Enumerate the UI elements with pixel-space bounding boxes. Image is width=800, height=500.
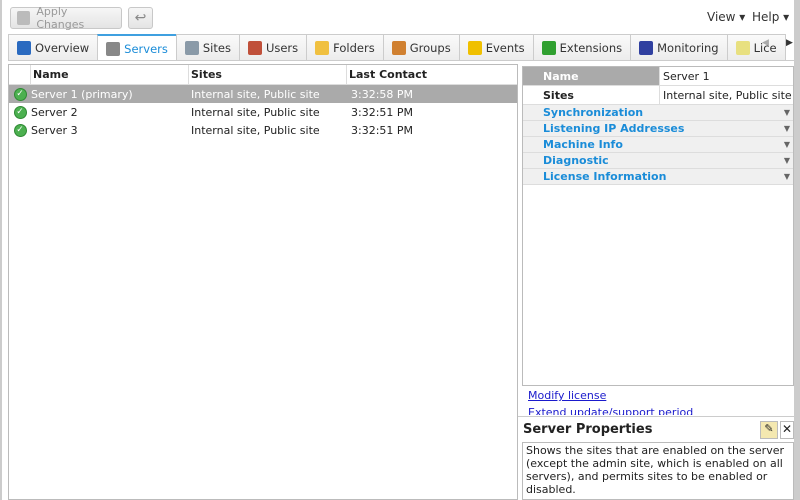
section-listening-ip-addresses[interactable]: Listening IP Addresses ▼: [523, 121, 793, 137]
puzzle-icon: [541, 40, 556, 55]
properties-title: Server Properties: [523, 422, 653, 437]
status-ok-icon: ✓: [13, 87, 27, 101]
help-menu[interactable]: Help ▾: [752, 10, 789, 24]
chevron-down-icon[interactable]: ▼: [784, 105, 790, 120]
tab-sites[interactable]: Sites: [175, 34, 240, 60]
tab-lice[interactable]: Lice: [726, 34, 786, 60]
tab-overview[interactable]: Overview: [8, 34, 99, 60]
undo-icon: ↩: [134, 10, 147, 26]
tab-users[interactable]: Users: [238, 34, 308, 60]
tab-label: Monitoring: [657, 40, 719, 55]
window-edge: [0, 0, 2, 500]
edit-pencil-icon[interactable]: ✎: [760, 421, 778, 439]
tab-folders[interactable]: Folders: [306, 34, 384, 60]
tab-scroll-left-icon[interactable]: ◀: [762, 38, 769, 48]
window-edge-right: [794, 0, 800, 500]
chevron-down-icon[interactable]: ▼: [784, 169, 790, 184]
tab-extensions[interactable]: Extensions: [532, 34, 632, 60]
status-ok-icon: ✓: [13, 105, 27, 119]
server-icon: [106, 41, 121, 56]
tab-scroll-right-icon[interactable]: ▶: [786, 38, 793, 48]
overview-icon: [17, 40, 31, 55]
tab-label: Users: [265, 40, 299, 55]
license-icon: [735, 40, 750, 55]
section-license-information[interactable]: License Information ▼: [523, 169, 793, 185]
undo-button[interactable]: ↩: [128, 7, 153, 29]
property-sites[interactable]: Sites Internal site, Public site: [523, 86, 793, 105]
properties-description: Shows the sites that are enabled on the …: [522, 442, 794, 500]
groups-icon: [391, 40, 406, 55]
view-menu[interactable]: View ▾: [707, 10, 745, 24]
status-ok-icon: ✓: [13, 123, 27, 137]
tab-label: Servers: [124, 41, 168, 56]
tab-label: Overview: [35, 40, 90, 55]
chevron-down-icon[interactable]: ▼: [784, 137, 790, 152]
property-name[interactable]: Name Server 1: [523, 67, 793, 86]
tab-groups[interactable]: Groups: [382, 34, 460, 60]
table-row[interactable]: ✓ Server 2 Internal site, Public site 3:32:…: [9, 103, 517, 121]
tab-label: Groups: [409, 40, 451, 55]
save-icon: [17, 11, 31, 25]
apply-changes-button[interactable]: Apply Changes: [10, 5, 122, 31]
monitoring-icon: [639, 40, 654, 55]
tab-label: Events: [485, 40, 525, 55]
tab-label: Sites: [202, 40, 231, 55]
extend-support-link[interactable]: Extend update/support period: [528, 406, 693, 415]
chevron-down-icon[interactable]: ▼: [784, 153, 790, 168]
lightning-icon: [467, 40, 482, 55]
tab-bar: Overview Servers Sites Users Folders Groups Ev…: [8, 34, 786, 61]
sites-icon: [184, 40, 199, 55]
close-icon[interactable]: ✕: [780, 421, 794, 439]
section-synchronization[interactable]: Synchronization ▼: [523, 105, 793, 121]
servers-list: Name Sites Last Contact ✓ Server 1 (prima…: [8, 64, 518, 500]
section-diagnostic[interactable]: Diagnostic ▼: [523, 153, 793, 169]
tab-events[interactable]: Events: [458, 34, 534, 60]
apply-changes-label: Apply Changes: [36, 5, 85, 31]
tab-divider: [8, 60, 794, 61]
table-row[interactable]: ✓ Server 1 (primary) Internal site, Public…: [9, 85, 517, 103]
chevron-down-icon[interactable]: ▼: [784, 121, 790, 136]
section-machine-info[interactable]: Machine Info ▼: [523, 137, 793, 153]
modify-license-link[interactable]: Modify license: [528, 389, 606, 402]
column-name[interactable]: Name: [31, 64, 189, 85]
folder-icon: [315, 40, 330, 55]
column-last-contact[interactable]: Last Contact: [347, 65, 427, 85]
tab-servers[interactable]: Servers: [97, 34, 177, 61]
tab-label: Folders: [333, 40, 375, 55]
server-details: Name Server 1 Sites Internal site, Public …: [522, 66, 794, 386]
tab-label: Extensions: [559, 40, 623, 55]
table-row[interactable]: ✓ Server 3 Internal site, Public site 3:32:…: [9, 121, 517, 139]
list-header: Name Sites Last Contact: [9, 64, 517, 85]
column-sites[interactable]: Sites: [189, 64, 347, 85]
tab-monitoring[interactable]: Monitoring: [630, 34, 728, 60]
user-icon: [247, 40, 262, 55]
